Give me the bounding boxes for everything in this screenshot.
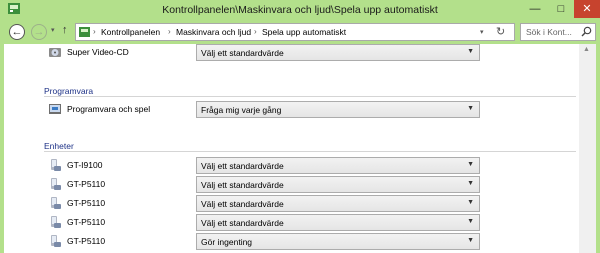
recent-locations-chevron-icon[interactable]: ▾: [51, 26, 55, 34]
autoplay-settings-panel: ▲ Super Video-CD Välj ett standardvärde …: [0, 44, 600, 253]
back-button[interactable]: ←: [9, 24, 25, 40]
dropdown-value: Fråga mig varje gång: [201, 105, 282, 115]
row-label: GT-I9100: [67, 160, 103, 170]
breadcrumb-item[interactable]: Maskinvara och ljud: [176, 27, 251, 37]
vertical-scrollbar[interactable]: ▲: [579, 44, 596, 253]
device-row: GT-P5110 Välj ett standardvärde ▼: [48, 176, 568, 194]
section-title-devices: Enheter: [44, 141, 74, 151]
chevron-down-icon: ▼: [467, 237, 474, 244]
chevron-down-icon: ▼: [467, 218, 474, 225]
device-row: GT-P5110 Gör ingenting ▼: [48, 233, 568, 251]
window-border-right: [596, 44, 600, 253]
autoplay-action-dropdown[interactable]: Välj ett standardvärde ▼: [196, 157, 480, 174]
search-icon[interactable]: [581, 26, 592, 37]
breadcrumb-item[interactable]: Spela upp automatiskt: [262, 27, 346, 37]
row-label: Programvara och spel: [67, 104, 151, 114]
row-label: GT-P5110: [67, 217, 106, 227]
dropdown-value: Välj ett standardvärde: [201, 199, 284, 209]
window-title: Kontrollpanelen\Maskinvara och ljud\Spel…: [162, 4, 438, 16]
address-toolbar: ← → ▾ ↑ › Kontrollpanelen › Maskinvara o…: [0, 20, 600, 44]
super-video-cd-icon: [49, 48, 61, 57]
search-input[interactable]: Sök i Kont...: [520, 23, 596, 41]
device-icon: [51, 235, 61, 247]
section-title-software: Programvara: [44, 86, 94, 96]
autoplay-action-dropdown[interactable]: Välj ett standardvärde ▼: [196, 44, 480, 61]
device-icon: [51, 216, 61, 228]
breadcrumb-chevron-icon[interactable]: ›: [168, 27, 171, 36]
chevron-down-icon: ▼: [467, 199, 474, 206]
dropdown-value: Välj ett standardvärde: [201, 48, 284, 58]
media-row-software: Programvara och spel Fråga mig varje gån…: [48, 101, 568, 119]
autoplay-action-dropdown[interactable]: Fråga mig varje gång ▼: [196, 101, 480, 118]
row-label: Super Video-CD: [67, 47, 129, 57]
forward-button[interactable]: →: [31, 24, 47, 40]
breadcrumb-item[interactable]: Kontrollpanelen: [101, 27, 160, 37]
address-history-chevron-icon[interactable]: ▾: [480, 28, 484, 36]
breadcrumb-chevron-icon[interactable]: ›: [93, 27, 96, 36]
chevron-down-icon: ▼: [467, 180, 474, 187]
scroll-up-icon[interactable]: ▲: [583, 46, 590, 53]
row-label: GT-P5110: [67, 179, 106, 189]
device-row: GT-I9100 Välj ett standardvärde ▼: [48, 157, 568, 175]
section-divider: [44, 151, 576, 152]
minimize-button[interactable]: —: [522, 0, 548, 18]
address-box[interactable]: › Kontrollpanelen › Maskinvara och ljud …: [75, 23, 515, 41]
autoplay-action-dropdown[interactable]: Välj ett standardvärde ▼: [196, 195, 480, 212]
autoplay-action-dropdown[interactable]: Välj ett standardvärde ▼: [196, 176, 480, 193]
up-button[interactable]: ↑: [62, 24, 68, 36]
dropdown-value: Välj ett standardvärde: [201, 218, 284, 228]
close-button[interactable]: ✕: [574, 0, 600, 18]
chevron-down-icon: ▼: [467, 161, 474, 168]
title-bar: Kontrollpanelen\Maskinvara och ljud\Spel…: [0, 0, 600, 20]
search-placeholder: Sök i Kont...: [526, 27, 572, 37]
software-icon: [49, 104, 61, 114]
window-border-left: [0, 44, 4, 253]
section-divider: [44, 96, 576, 97]
device-icon: [51, 178, 61, 190]
device-icon: [51, 197, 61, 209]
dropdown-value: Välj ett standardvärde: [201, 180, 284, 190]
device-row: GT-P5110 Välj ett standardvärde ▼: [48, 195, 568, 213]
dropdown-value: Gör ingenting: [201, 237, 253, 247]
device-icon: [51, 159, 61, 171]
device-row: GT-P5110 Välj ett standardvärde ▼: [48, 214, 568, 232]
media-row-super-video-cd: Super Video-CD Välj ett standardvärde ▼: [48, 44, 568, 62]
breadcrumb-chevron-icon[interactable]: ›: [254, 27, 257, 36]
chevron-down-icon: ▼: [467, 48, 474, 55]
row-label: GT-P5110: [67, 236, 106, 246]
control-panel-icon: [79, 27, 90, 37]
refresh-button[interactable]: ↻: [496, 25, 505, 38]
autoplay-action-dropdown[interactable]: Gör ingenting ▼: [196, 233, 480, 250]
dropdown-value: Välj ett standardvärde: [201, 161, 284, 171]
autoplay-action-dropdown[interactable]: Välj ett standardvärde ▼: [196, 214, 480, 231]
chevron-down-icon: ▼: [467, 105, 474, 112]
row-label: GT-P5110: [67, 198, 106, 208]
maximize-button[interactable]: □: [548, 0, 574, 18]
